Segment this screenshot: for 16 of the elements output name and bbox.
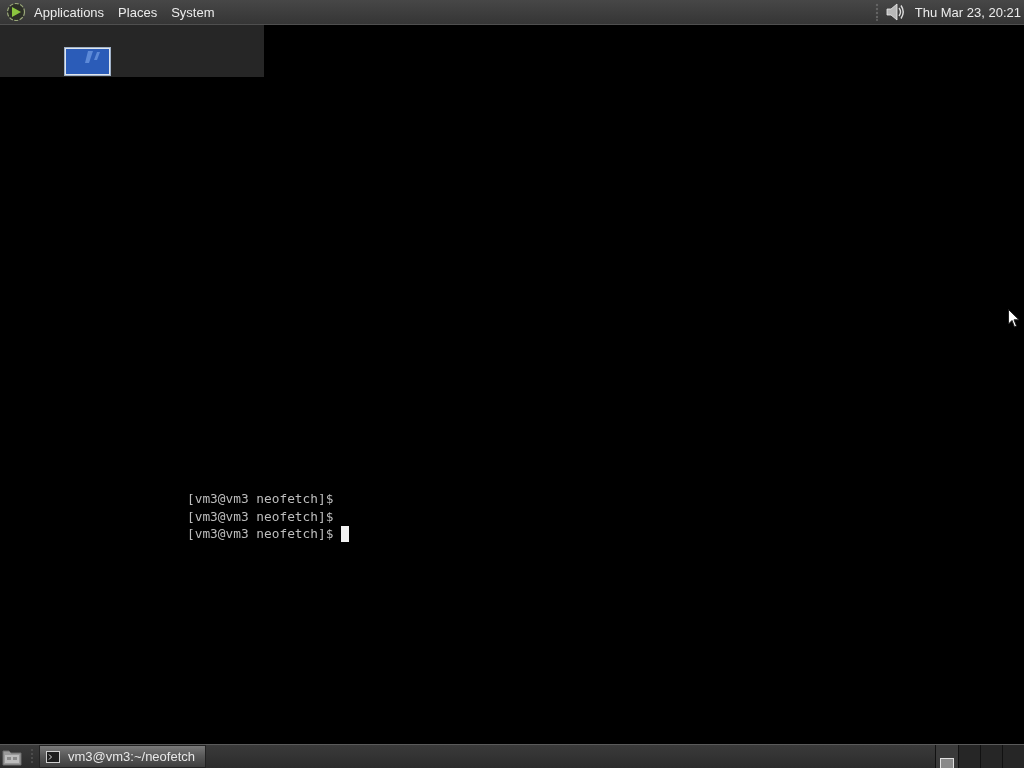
workspace-button[interactable]	[936, 745, 958, 768]
speaker-icon[interactable]	[884, 2, 905, 22]
mouse-pointer-icon	[1008, 309, 1020, 328]
menu-item[interactable]: System	[165, 2, 221, 22]
terminal-line: [vm3@vm3 neofetch]$	[187, 508, 334, 524]
clock[interactable]: Thu Mar 23, 20:21	[909, 2, 1024, 22]
terminal-line: [vm3@vm3 neofetch]$	[187, 526, 334, 542]
play-circle-icon[interactable]	[6, 2, 26, 22]
desktop-thumbnail[interactable]	[64, 47, 111, 76]
menu-item[interactable]: Applications	[28, 2, 111, 22]
terminal-line: [vm3@vm3 neofetch]$	[187, 491, 334, 507]
menu-item[interactable]: Places	[112, 2, 164, 22]
grip-icon[interactable]	[874, 3, 879, 21]
terminal-icon	[46, 750, 60, 763]
show-desktop-icon[interactable]	[2, 748, 22, 766]
task-button[interactable]: vm3@vm3:~/neofetch	[39, 745, 206, 768]
